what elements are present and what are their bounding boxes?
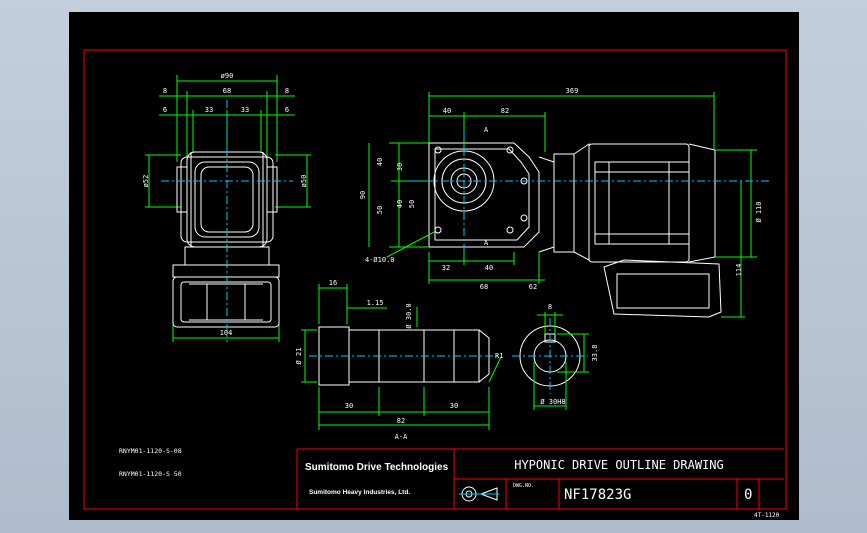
dim-d8: 8: [548, 303, 552, 311]
dim-d338: 33.8: [591, 345, 599, 362]
dim-d32: 32: [442, 264, 450, 272]
sub-brand: Sumitomo Heavy Industries, Ltd.: [309, 489, 410, 496]
dim-d68b: 68: [480, 283, 488, 291]
front-view: [368, 92, 769, 318]
title-block-text: Sumitomo Drive Technologies Sumitomo Hea…: [305, 458, 780, 519]
dim-d104: 104: [220, 329, 233, 337]
section-a-top: A: [484, 126, 489, 134]
note-1: RNYM01-1120-S-08: [119, 447, 182, 455]
dim-d30a: 30: [345, 402, 353, 410]
sheet-code: 4T-1120: [754, 512, 780, 519]
drawing-number: NF17823G: [564, 487, 631, 503]
shaft-view: [301, 284, 502, 430]
dim-d30v: 30: [396, 163, 404, 171]
dim-s33a: 33: [205, 106, 213, 114]
revision: 0: [744, 487, 752, 503]
dim-s6a: 6: [163, 106, 167, 114]
dim-phi50: ø50: [300, 175, 308, 188]
dim-d369: 369: [566, 87, 579, 95]
dim-d21: Ø 21: [295, 348, 303, 365]
dim-d62: 62: [529, 283, 537, 291]
dim-d40v: 40: [376, 158, 384, 166]
dim-s6b: 6: [285, 106, 289, 114]
dim-d114: 114: [735, 264, 743, 277]
drawing-title: HYPONIC DRIVE OUTLINE DRAWING: [514, 458, 724, 472]
dim-holes: 4-Ø10.0: [365, 256, 395, 264]
front-view-dims: 369 40 82 A A 40 30 90 50 40 50 4-Ø10.0 …: [359, 87, 763, 291]
dim-d90v: 90: [359, 191, 367, 199]
drawing-canvas: ø90 68 8 8 6 33 33 6 ø52 ø50 104 369 40 …: [83, 49, 787, 519]
dim-d115: 1.15: [367, 299, 384, 307]
dim-s33b: 33: [241, 106, 249, 114]
keyway-view-dims: 8 33.8 Ø 30H8: [540, 303, 599, 406]
dim-d50v: 50: [376, 206, 384, 214]
dim-d110: Ø 110: [755, 201, 763, 222]
keyway-view: [512, 312, 589, 410]
dim-d40: 40: [443, 107, 451, 115]
left-view: [145, 75, 311, 342]
cad-viewport[interactable]: ø90 68 8 8 6 33 33 6 ø52 ø50 104 369 40 …: [69, 12, 799, 520]
dim-d30h8: Ø 30H8: [540, 398, 565, 406]
section-label-aa: A-A: [395, 433, 408, 441]
notes: RNYM01-1120-S-08 RNYM01-1120-S 50: [119, 447, 182, 478]
left-view-dims: ø90 68 8 8 6 33 33 6 ø52 ø50 104: [142, 72, 308, 337]
dim-d90: ø90: [221, 72, 234, 80]
dim-s8a: 8: [163, 87, 167, 95]
dim-d82: 82: [501, 107, 509, 115]
dim-s8b: 8: [285, 87, 289, 95]
dim-d82-shaft: 82: [397, 417, 405, 425]
dim-d30b: 30: [450, 402, 458, 410]
dim-d68: 68: [223, 87, 231, 95]
dim-d50v2: 50: [408, 200, 416, 208]
dim-d40v2: 40: [396, 200, 404, 208]
dim-d16: 16: [329, 279, 337, 287]
dim-phi52: ø52: [142, 175, 150, 188]
note-2: RNYM01-1120-S 50: [119, 470, 182, 478]
dim-r1: R1: [495, 352, 503, 360]
dim-d300: Ø 30.0: [405, 303, 413, 328]
brand-name: Sumitomo Drive Technologies: [305, 462, 449, 473]
shaft-view-dims: 16 1.15 Ø 30.0 Ø 21 30 30 82 R1 A-A: [295, 279, 503, 441]
dwg-label: DWG.NO.: [513, 483, 534, 489]
dim-d40b: 40: [485, 264, 493, 272]
